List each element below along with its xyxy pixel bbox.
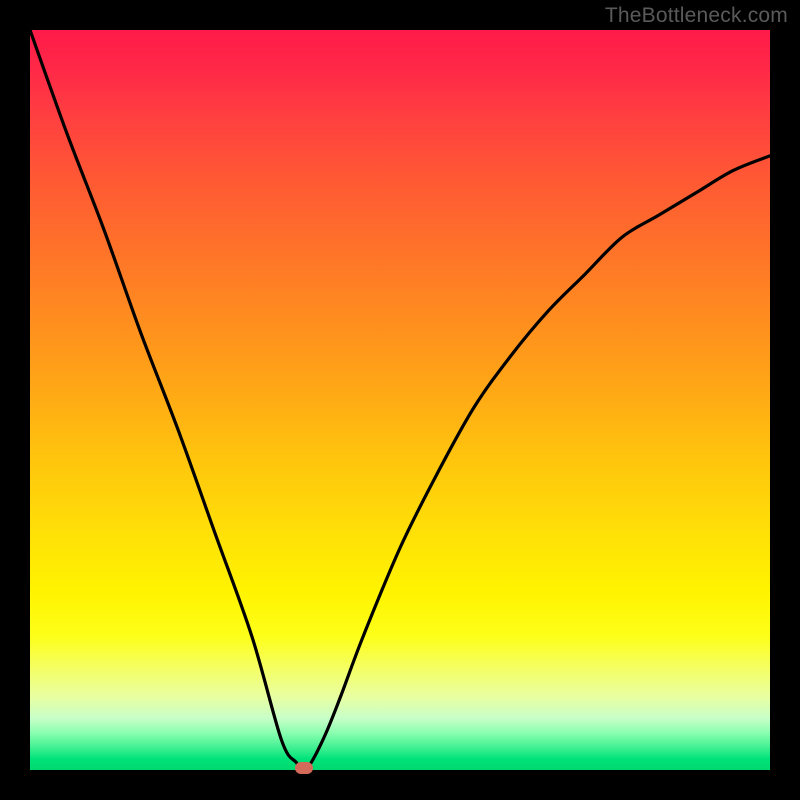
bottleneck-curve-path: [30, 30, 770, 770]
optimum-marker: [295, 762, 313, 774]
watermark-text: TheBottleneck.com: [605, 4, 788, 28]
curve-svg: [30, 30, 770, 770]
chart-frame: [30, 30, 770, 770]
